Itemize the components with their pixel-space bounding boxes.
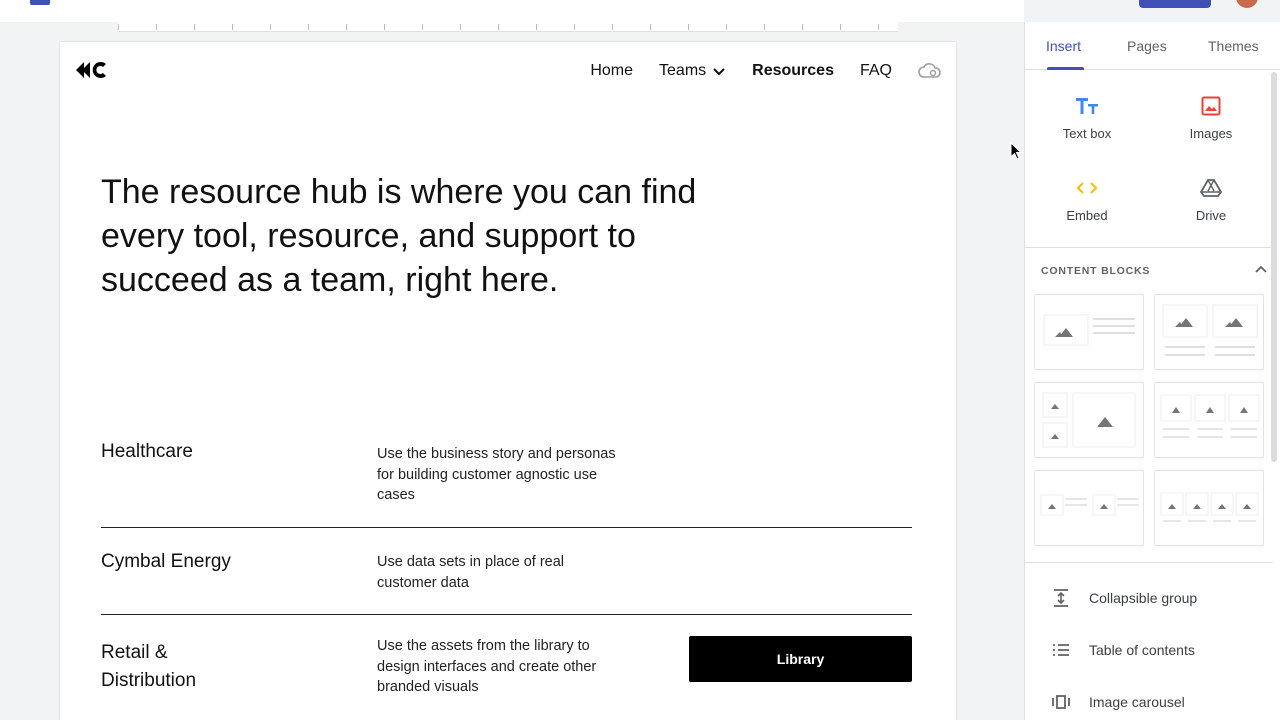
site-logo-icon[interactable] <box>74 60 110 80</box>
nav-teams[interactable]: Teams <box>659 62 726 80</box>
expand-vertical-icon <box>1054 589 1068 607</box>
row-title: Healthcare <box>101 441 193 462</box>
content-block-image-text[interactable] <box>1034 294 1144 370</box>
code-icon <box>1076 182 1098 194</box>
ruler-tick <box>156 24 157 30</box>
image-icon <box>1201 96 1221 116</box>
row-divider <box>101 527 912 528</box>
row-title: Cymbal Energy <box>101 551 231 572</box>
ruler <box>118 22 898 32</box>
chevron-up-icon[interactable] <box>1254 262 1268 276</box>
panel-divider <box>1025 247 1273 248</box>
nav-teams-label: Teams <box>659 62 707 79</box>
ruler-tick <box>308 24 309 30</box>
ruler-tick <box>688 24 689 30</box>
row-divider <box>101 614 912 615</box>
text-box-tool[interactable]: Text box <box>1037 96 1137 141</box>
active-tab-indicator <box>1047 67 1084 70</box>
ruler-tick <box>878 24 879 30</box>
content-block-four-images[interactable] <box>1154 470 1264 546</box>
ruler-tick <box>422 24 423 30</box>
text-box-icon <box>1076 98 1098 114</box>
ruler-tick <box>384 24 385 30</box>
avatar[interactable] <box>1236 0 1258 8</box>
content-blocks-header: CONTENT BLOCKS <box>1041 265 1151 277</box>
ruler-tick <box>346 24 347 30</box>
panel-scrollbar[interactable] <box>1271 72 1277 462</box>
ruler-tick <box>118 24 119 30</box>
content-block-image-grid[interactable] <box>1034 382 1144 458</box>
ruler-tick <box>536 24 537 30</box>
table-of-contents-label: Table of contents <box>1089 642 1195 658</box>
publish-button[interactable] <box>1139 0 1211 8</box>
hero-heading: The resource hub is where you can find e… <box>101 173 697 299</box>
table-of-contents-item[interactable]: Table of contents <box>1025 630 1273 670</box>
ruler-tick <box>840 24 841 30</box>
ruler-tick <box>764 24 765 30</box>
row-description: Use the assets from the library to desig… <box>377 638 597 695</box>
ruler-tick <box>270 24 271 30</box>
row-title: Retail & Distribution <box>101 642 197 691</box>
mouse-cursor-icon <box>1010 142 1022 160</box>
ruler-tick <box>194 24 195 30</box>
nav-faq[interactable]: FAQ <box>860 62 892 80</box>
text-box-label: Text box <box>1062 126 1112 141</box>
panel-divider <box>1025 562 1273 563</box>
drive-icon <box>1200 179 1222 197</box>
cloud-icon[interactable] <box>918 62 942 80</box>
drive-label: Drive <box>1195 208 1227 223</box>
nav-resources[interactable]: Resources <box>752 62 834 80</box>
site-page-canvas: Home Teams Resources FAQ The resource hu… <box>60 42 956 720</box>
images-tool[interactable]: Images <box>1161 96 1261 141</box>
content-block-three-images[interactable] <box>1154 382 1264 458</box>
tab-insert[interactable]: Insert <box>1046 38 1081 54</box>
ruler-tick <box>232 24 233 30</box>
insert-panel: Insert Pages Themes Text box Images Embe… <box>1024 22 1280 720</box>
drive-tool[interactable]: Drive <box>1161 178 1261 223</box>
panel-tabs: Insert Pages Themes <box>1025 22 1280 70</box>
embed-label: Embed <box>1066 208 1108 223</box>
tab-themes[interactable]: Themes <box>1208 38 1259 54</box>
collapsible-group-label: Collapsible group <box>1089 590 1198 606</box>
tab-pages[interactable]: Pages <box>1127 38 1167 54</box>
row-description: Use data sets in place of real customer … <box>377 554 564 591</box>
content-block-image-text-pairs[interactable] <box>1034 470 1144 546</box>
nav-home[interactable]: Home <box>590 62 633 80</box>
top-bar <box>0 0 1024 22</box>
collapsible-group-item[interactable]: Collapsible group <box>1025 578 1273 618</box>
app-logo[interactable] <box>30 0 50 5</box>
ruler-tick <box>574 24 575 30</box>
embed-tool[interactable]: Embed <box>1037 178 1137 223</box>
ruler-tick <box>726 24 727 30</box>
list-icon <box>1053 644 1069 656</box>
ruler-tick <box>802 24 803 30</box>
row-description: Use the business story and personas for … <box>377 446 616 503</box>
chevron-down-icon <box>713 68 725 76</box>
image-carousel-item[interactable]: Image carousel <box>1025 682 1273 720</box>
image-carousel-label: Image carousel <box>1089 694 1185 710</box>
ruler-tick <box>460 24 461 30</box>
ruler-tick <box>612 24 613 30</box>
library-button[interactable]: Library <box>689 636 912 682</box>
site-nav: Home Teams Resources FAQ <box>564 60 942 82</box>
ruler-tick <box>650 24 651 30</box>
ruler-tick <box>498 24 499 30</box>
images-label: Images <box>1189 126 1233 141</box>
content-block-two-images[interactable] <box>1154 294 1264 370</box>
carousel-icon <box>1052 695 1070 709</box>
